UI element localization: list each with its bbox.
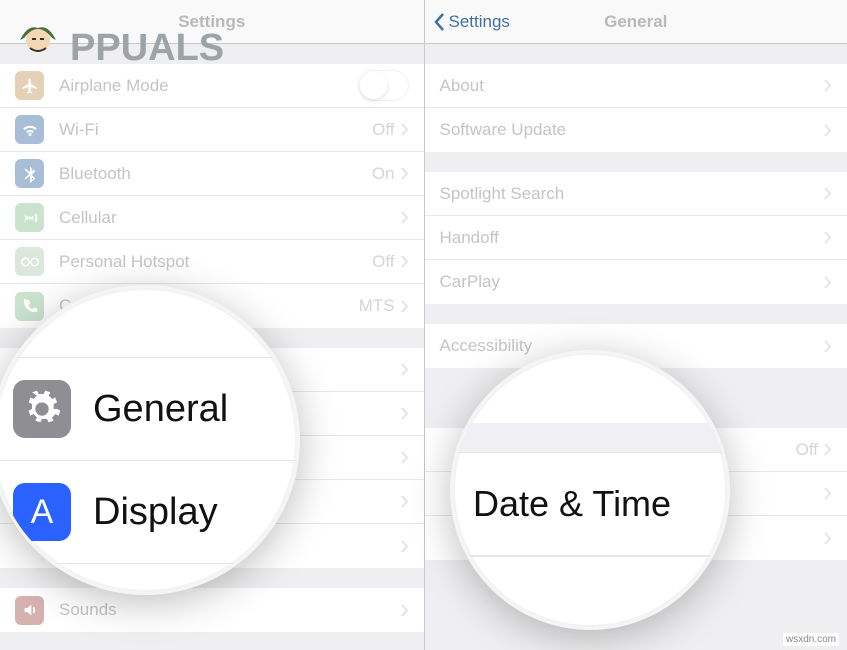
hotspot-icon	[15, 247, 44, 276]
chevron-icon	[824, 276, 832, 289]
chevron-icon	[824, 532, 832, 545]
magnifier-lens-datetime: Date & Time	[450, 350, 730, 630]
chevron-icon	[401, 300, 409, 313]
watermark: PPUALS	[0, 20, 224, 76]
lens-datetime-label: Date & Time	[473, 483, 671, 525]
row-software-update[interactable]: Software Update	[425, 108, 847, 152]
chevron-icon	[824, 231, 832, 244]
spotlight-label: Spotlight Search	[440, 184, 825, 204]
chevron-icon	[401, 604, 409, 617]
lens-row-display[interactable]: A Display	[0, 461, 297, 564]
carrier-value: MTS	[359, 296, 395, 316]
accessibility-label: Accessibility	[440, 336, 825, 356]
nav-title-general: General	[604, 12, 667, 32]
cellular-label: Cellular	[59, 208, 401, 228]
row-carplay[interactable]: CarPlay	[425, 260, 847, 304]
carrier-icon	[15, 292, 44, 321]
row-spotlight[interactable]: Spotlight Search	[425, 172, 847, 216]
chevron-icon	[401, 363, 409, 376]
row-about[interactable]: About	[425, 64, 847, 108]
settings-group-network: Airplane Mode Wi-Fi Off Bluetooth On	[0, 64, 424, 328]
chevron-icon	[401, 167, 409, 180]
bluetooth-value: On	[372, 164, 395, 184]
nav-back-label: Settings	[449, 12, 510, 32]
about-label: About	[440, 76, 825, 96]
row-wifi[interactable]: Wi-Fi Off	[0, 108, 424, 152]
general-group-about: About Software Update	[425, 64, 847, 152]
row-bluetooth[interactable]: Bluetooth On	[0, 152, 424, 196]
carplay-label: CarPlay	[440, 272, 825, 292]
navbar-general: Settings General	[425, 0, 847, 44]
lens-general-label: General	[93, 388, 228, 431]
hotspot-label: Personal Hotspot	[59, 252, 372, 272]
chevron-icon	[401, 495, 409, 508]
chevron-icon	[824, 443, 832, 456]
chevron-icon	[401, 123, 409, 136]
chevron-icon	[401, 451, 409, 464]
chevron-icon	[824, 340, 832, 353]
chevron-icon	[401, 211, 409, 224]
chevron-icon	[824, 187, 832, 200]
chevron-icon	[824, 487, 832, 500]
chevron-icon	[401, 407, 409, 420]
cellular-icon	[15, 203, 44, 232]
lens-display-label: Display	[93, 491, 218, 534]
sounds-icon	[15, 596, 44, 625]
chevron-icon	[824, 79, 832, 92]
wifi-icon	[15, 115, 44, 144]
bluetooth-label: Bluetooth	[59, 164, 372, 184]
software-update-label: Software Update	[440, 120, 825, 140]
watermark-text: PPUALS	[70, 27, 224, 70]
row-cellular[interactable]: Cellular	[0, 196, 424, 240]
sounds-label: Sounds	[59, 600, 401, 620]
hidden-off-value: Off	[796, 440, 818, 460]
gear-icon	[13, 380, 71, 438]
airplane-toggle[interactable]	[358, 70, 409, 101]
handoff-label: Handoff	[440, 228, 825, 248]
site-credit: wsxdn.com	[783, 633, 839, 646]
hotspot-value: Off	[372, 252, 394, 272]
magnifier-lens-general: General A Display	[0, 285, 300, 595]
lens-row-general[interactable]: General	[0, 358, 297, 461]
nav-back-button[interactable]: Settings	[433, 12, 510, 32]
chevron-icon	[401, 255, 409, 268]
row-hotspot[interactable]: Personal Hotspot Off	[0, 240, 424, 284]
row-sounds[interactable]: Sounds	[0, 588, 424, 632]
general-group-spotlight: Spotlight Search Handoff CarPlay	[425, 172, 847, 304]
display-icon: A	[13, 483, 71, 541]
chevron-icon	[824, 124, 832, 137]
row-handoff[interactable]: Handoff	[425, 216, 847, 260]
wifi-value: Off	[372, 120, 394, 140]
chevron-icon	[401, 540, 409, 553]
watermark-logo	[10, 20, 66, 76]
lens-row-datetime[interactable]: Date & Time	[453, 453, 727, 556]
bluetooth-icon	[15, 159, 44, 188]
settings-group-sounds: Sounds	[0, 588, 424, 632]
wifi-label: Wi-Fi	[59, 120, 372, 140]
airplane-label: Airplane Mode	[59, 76, 358, 96]
